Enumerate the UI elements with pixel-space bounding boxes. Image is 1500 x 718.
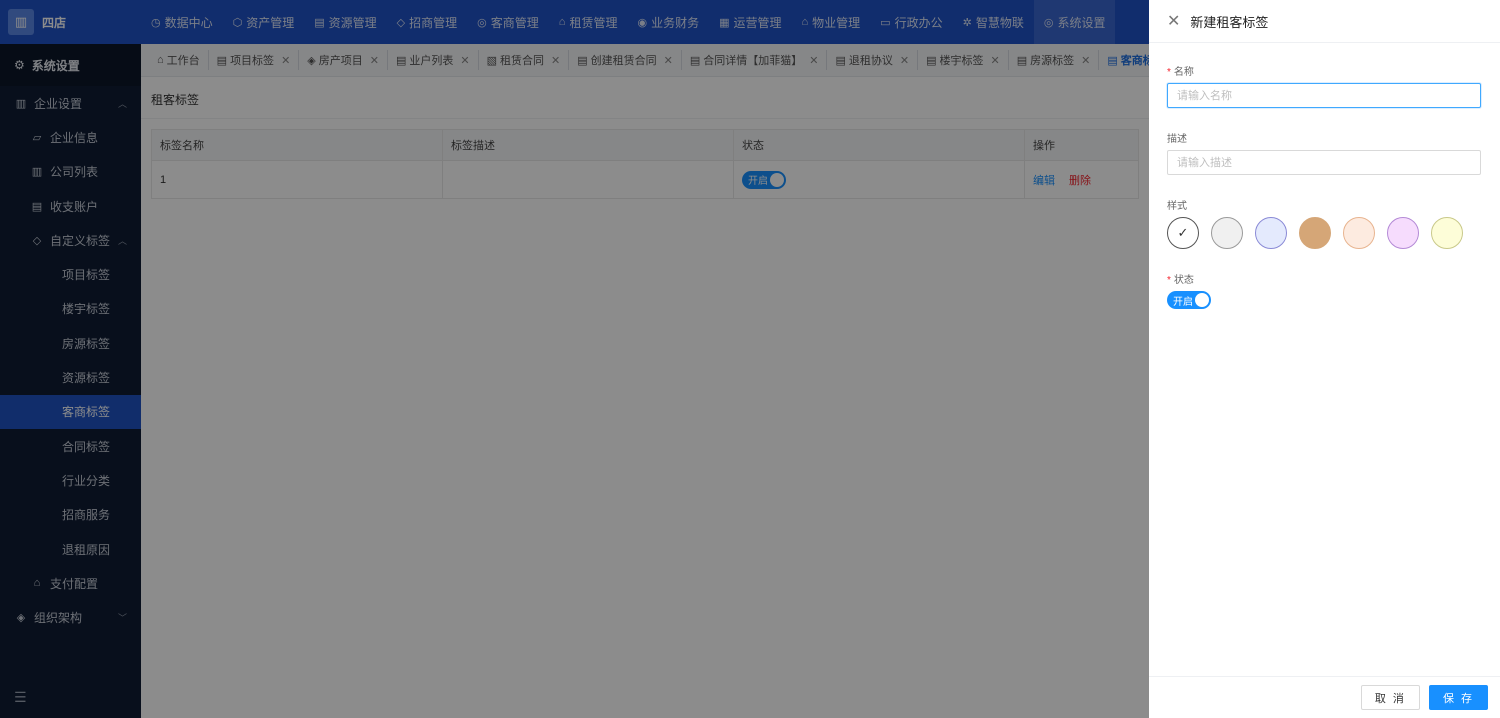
color-swatch[interactable] [1255,217,1287,249]
save-button[interactable]: 保 存 [1428,685,1488,710]
color-swatch[interactable] [1299,217,1331,249]
modal-mask[interactable] [0,0,1149,718]
color-swatch[interactable] [1343,217,1375,249]
color-swatch[interactable] [1387,217,1419,249]
status-toggle[interactable]: 开启 [1167,291,1211,309]
color-swatch[interactable] [1431,217,1463,249]
name-label: * 名称 [1167,67,1194,78]
style-swatches: ✓ [1167,217,1482,249]
drawer-header: ✕ 新建租客标签 [1149,0,1500,43]
desc-input[interactable] [1167,150,1481,175]
color-swatch[interactable]: ✓ [1167,217,1199,249]
color-swatch[interactable] [1211,217,1243,249]
style-label: 样式 [1167,201,1187,212]
drawer-title: 新建租客标签 [1190,14,1269,30]
desc-label: 描述 [1167,134,1187,145]
check-icon: ✓ [1177,225,1189,240]
status-label: * 状态 [1167,275,1194,286]
cancel-button[interactable]: 取 消 [1360,685,1420,710]
drawer-footer: 取 消 保 存 [1149,676,1500,718]
new-tag-drawer: ✕ 新建租客标签 *名称 描述 样式 ✓ *状态 开启 取 消 保 存 [1149,0,1500,718]
tag-form: *名称 描述 样式 ✓ *状态 开启 [1149,43,1500,309]
name-input[interactable] [1167,83,1481,108]
close-icon[interactable]: ✕ [1167,11,1180,31]
